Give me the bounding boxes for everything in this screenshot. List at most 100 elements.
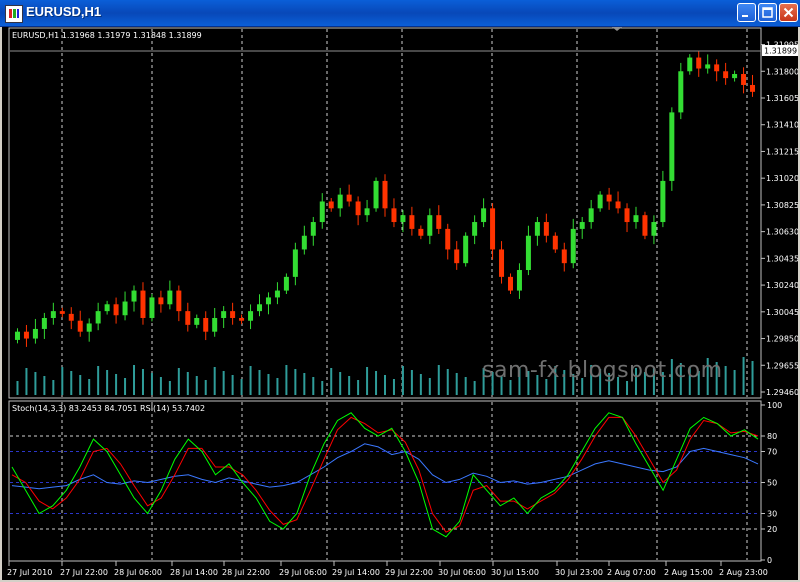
- price-axis-label: 1.29460: [766, 388, 798, 397]
- volume-bar: [115, 374, 118, 395]
- candle-body: [588, 208, 594, 223]
- candle-body: [194, 317, 200, 325]
- volume-bar: [141, 369, 144, 395]
- volume-bar: [733, 370, 736, 395]
- time-axis-label: 27 Jul 2010: [7, 568, 52, 577]
- volume-bar: [410, 370, 413, 395]
- volume-bar: [61, 367, 64, 395]
- indicator-panel-border: [8, 400, 762, 562]
- time-axis: 27 Jul 2010 27 Jul 22:00 28 Jul 06:00 28 Ju…: [7, 561, 768, 577]
- volume-bar: [455, 373, 458, 395]
- candle-body: [95, 311, 101, 324]
- candle-body: [23, 331, 29, 339]
- candle-body: [499, 249, 505, 277]
- volume-bar: [159, 377, 162, 395]
- candle-body: [176, 290, 182, 312]
- volume-bar: [392, 379, 395, 395]
- candle-body: [418, 228, 424, 236]
- stoch-signal-line: [11, 416, 759, 533]
- candle-body: [14, 331, 20, 340]
- volume-bar: [258, 370, 261, 395]
- price-axis-label: 1.30240: [766, 281, 798, 290]
- volume-bar: [348, 376, 351, 395]
- volume-bar: [240, 379, 243, 395]
- candle-body: [59, 311, 65, 314]
- indicator-axis-label: 30: [767, 510, 777, 519]
- price-axis-label: 1.29655: [766, 361, 798, 370]
- volume-bar: [303, 373, 306, 395]
- title-bar[interactable]: EURUSD,H1: [0, 0, 800, 27]
- close-button[interactable]: [779, 3, 798, 22]
- candle-body: [561, 249, 567, 264]
- rsi-line: [11, 443, 759, 490]
- volume-bar: [213, 367, 216, 395]
- volume-bar: [177, 368, 180, 395]
- minimize-icon: [742, 15, 748, 17]
- volume-bar: [88, 379, 91, 395]
- volume-bar: [724, 366, 727, 395]
- volume-bar: [321, 381, 324, 395]
- candle-body: [373, 180, 379, 209]
- candle-body: [212, 317, 218, 332]
- candle-body: [552, 235, 558, 250]
- candle-body: [714, 64, 720, 72]
- volume-bar: [401, 366, 404, 395]
- candle-body: [104, 304, 110, 312]
- terminal-window: EURUSD,H1 1.31899 EURUSD,H1 1.31968 1.31…: [0, 0, 800, 582]
- candle-body: [642, 215, 648, 236]
- volume-bar: [267, 374, 270, 395]
- candle-body: [678, 71, 684, 113]
- volume-bar: [366, 367, 369, 395]
- volume-bar: [276, 378, 279, 395]
- main-chart-info: EURUSD,H1 1.31968 1.31979 1.31848 1.3189…: [12, 31, 202, 40]
- price-axis-label: 1.30825: [766, 201, 798, 210]
- candle-body: [319, 201, 325, 223]
- volume-bar: [464, 377, 467, 395]
- price-axis-label: 1.31995: [766, 41, 798, 50]
- volume-bar: [204, 380, 207, 395]
- candle-body: [750, 84, 756, 92]
- window-title: EURUSD,H1: [26, 4, 102, 19]
- chart-area[interactable]: 1.31899 EURUSD,H1 1.31968 1.31979 1.3184…: [2, 27, 798, 580]
- candle-body: [68, 313, 74, 321]
- candle-body: [283, 276, 289, 291]
- price-axis-label: 1.31800: [766, 67, 798, 76]
- shift-marker-icon[interactable]: [612, 27, 622, 31]
- volume-bar: [339, 372, 342, 395]
- volume-bar: [357, 380, 360, 395]
- candle-body: [113, 304, 119, 316]
- candle-body: [687, 57, 693, 72]
- candle-body: [382, 180, 388, 209]
- candle-body: [167, 290, 173, 305]
- price-axis-label: 1.30045: [766, 308, 798, 317]
- candle-body: [409, 215, 415, 229]
- minimize-button[interactable]: [737, 3, 756, 22]
- time-axis-label: 30 Jul 06:00: [438, 568, 486, 577]
- indicator-levels: [10, 435, 760, 530]
- candle-body: [230, 311, 236, 318]
- candle-body: [131, 290, 137, 302]
- vertical-grid: [61, 29, 748, 560]
- candle-body: [346, 194, 352, 202]
- candle-body: [149, 297, 155, 318]
- candle-body: [391, 208, 397, 223]
- candle-body: [364, 208, 370, 216]
- volume-bar: [43, 376, 46, 395]
- volume-bar: [25, 368, 28, 395]
- volume-bar: [195, 376, 198, 395]
- candle-body: [454, 249, 460, 264]
- chart-canvas[interactable]: 1.31899 EURUSD,H1 1.31968 1.31979 1.3184…: [2, 27, 798, 580]
- candle-body: [185, 311, 191, 325]
- volume-bar: [473, 381, 476, 395]
- indicator-axis-label: 20: [767, 525, 777, 534]
- time-axis-label: 2 Aug 15:00: [664, 568, 713, 577]
- candle-body: [669, 112, 675, 181]
- candle-body: [158, 297, 164, 305]
- candle-body: [463, 235, 469, 264]
- candle-body: [606, 194, 612, 202]
- candlesticks: [14, 50, 756, 347]
- candle-body: [624, 208, 630, 223]
- time-axis-label: 29 Jul 22:00: [385, 568, 433, 577]
- maximize-button[interactable]: [758, 3, 777, 22]
- candle-body: [490, 208, 496, 250]
